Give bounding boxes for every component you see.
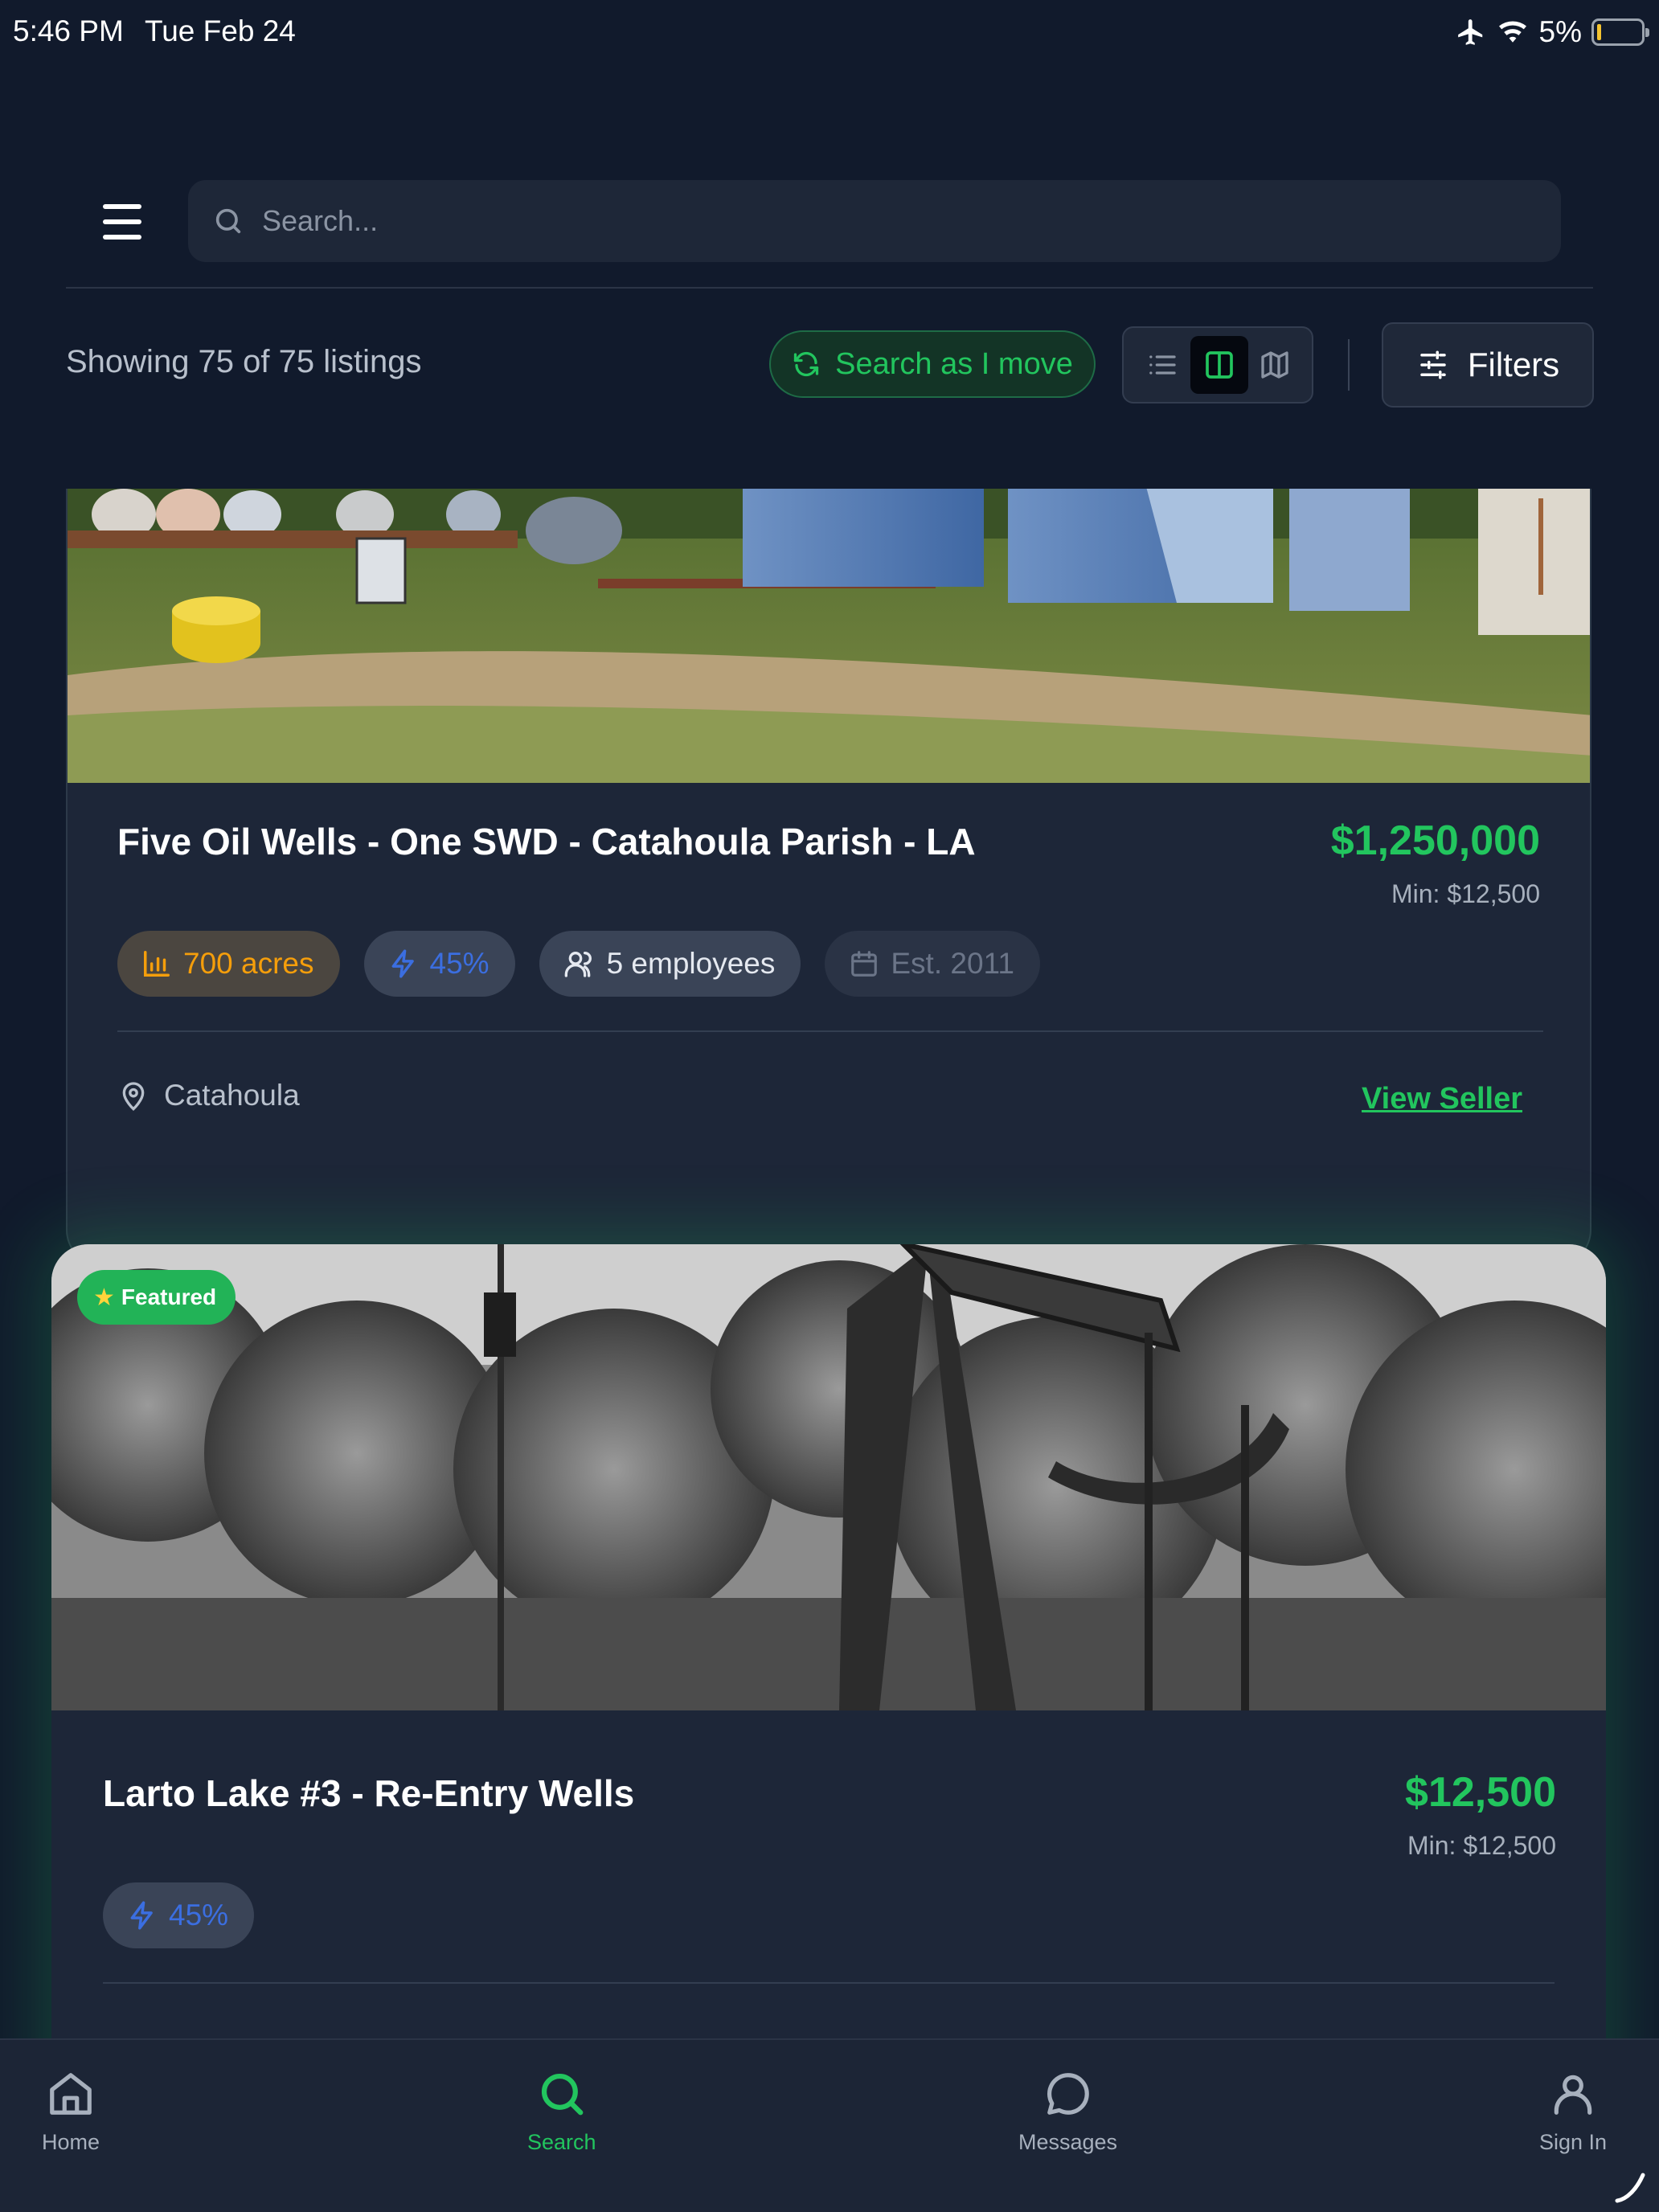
menu-line-icon bbox=[103, 204, 141, 209]
view-mode-toggle bbox=[1122, 326, 1313, 403]
split-view-button[interactable] bbox=[1190, 336, 1248, 394]
featured-badge: ★ Featured bbox=[77, 1270, 236, 1325]
home-indicator-icon bbox=[1615, 2173, 1645, 2203]
search-icon bbox=[541, 2073, 584, 2116]
card-divider bbox=[117, 1030, 1543, 1032]
menu-line-icon bbox=[103, 219, 141, 224]
split-view-icon bbox=[1206, 351, 1233, 379]
list-icon bbox=[1149, 355, 1176, 375]
established-label: Est. 2011 bbox=[891, 947, 1014, 980]
nav-home[interactable]: Home bbox=[42, 2069, 100, 2155]
status-right: 5% bbox=[1456, 13, 1649, 51]
listing-card[interactable]: Five Oil Wells - One SWD - Catahoula Par… bbox=[66, 489, 1591, 1267]
filters-button[interactable]: Filters bbox=[1382, 322, 1594, 408]
listing-photo bbox=[68, 489, 1590, 783]
listing-title[interactable]: Five Oil Wells - One SWD - Catahoula Par… bbox=[117, 820, 976, 863]
results-count: Showing 75 of 75 listings bbox=[66, 344, 422, 379]
airplane-mode-icon bbox=[1457, 19, 1482, 45]
listing-photo bbox=[51, 1244, 1606, 1710]
lightning-icon bbox=[391, 949, 414, 978]
calendar-icon bbox=[851, 951, 878, 977]
employees-tag: 5 employees bbox=[539, 931, 801, 997]
listing-title[interactable]: Larto Lake #3 - Re-Entry Wells bbox=[103, 1772, 634, 1815]
menu-line-icon bbox=[103, 235, 141, 240]
battery-icon bbox=[1591, 18, 1649, 46]
search-as-i-move-toggle[interactable]: Search as I move bbox=[769, 330, 1096, 398]
featured-label: Featured bbox=[121, 1284, 217, 1309]
listing-min-price: Min: $12,500 bbox=[1391, 879, 1540, 908]
bar-chart-icon bbox=[144, 951, 170, 977]
star-icon: ★ bbox=[93, 1284, 115, 1311]
user-icon bbox=[1554, 2075, 1592, 2115]
oil-tank-farm-image bbox=[68, 489, 1590, 783]
nav-sign-in-label: Sign In bbox=[1539, 2130, 1608, 2154]
users-icon bbox=[564, 952, 592, 977]
nav-home-label: Home bbox=[42, 2130, 100, 2154]
status-bar: 5:46 PM Tue Feb 24 5% bbox=[0, 0, 1659, 64]
listing-tags: 45% bbox=[103, 1882, 255, 1948]
refresh-icon bbox=[794, 351, 819, 377]
battery-percent: 5% bbox=[1538, 15, 1582, 48]
search-as-i-move-label: Search as I move bbox=[835, 346, 1073, 381]
nav-search[interactable]: Search bbox=[527, 2069, 596, 2155]
home-icon bbox=[50, 2073, 92, 2115]
listings-scroll-area[interactable]: Five Oil Wells - One SWD - Catahoula Par… bbox=[0, 489, 1659, 2038]
nav-search-label: Search bbox=[527, 2130, 596, 2154]
map-icon bbox=[1261, 351, 1288, 379]
established-tag: Est. 2011 bbox=[825, 931, 1040, 997]
header-divider bbox=[66, 287, 1593, 289]
map-pin-icon bbox=[122, 1082, 145, 1111]
listing-tags: 700 acres 45% 5 employees Est. 2011 bbox=[117, 931, 1040, 997]
sliders-icon bbox=[1420, 350, 1446, 379]
percent-label: 45% bbox=[429, 947, 490, 980]
listing-price: $1,250,000 bbox=[1330, 817, 1540, 864]
nav-sign-in[interactable]: Sign In bbox=[1539, 2069, 1607, 2155]
percent-label: 45% bbox=[169, 1899, 229, 1931]
listing-min-price: Min: $12,500 bbox=[1407, 1831, 1556, 1860]
pumpjack-image bbox=[51, 1244, 1606, 1710]
lightning-icon bbox=[130, 1901, 153, 1930]
listing-location: Catahoula bbox=[117, 1079, 300, 1112]
employees-label: 5 employees bbox=[606, 947, 776, 980]
chat-bubble-icon bbox=[1047, 2073, 1089, 2115]
hamburger-menu-button[interactable] bbox=[93, 199, 151, 244]
search-bar[interactable] bbox=[188, 180, 1561, 262]
search-input[interactable] bbox=[262, 204, 1561, 238]
acres-label: 700 acres bbox=[183, 947, 314, 980]
status-time: 5:46 PM bbox=[13, 14, 124, 47]
toolbar-separator bbox=[1348, 339, 1350, 391]
nav-messages[interactable]: Messages bbox=[1018, 2069, 1117, 2155]
listing-card-featured[interactable]: ★ Featured Larto Lake #3 - Re-Entry Well… bbox=[51, 1244, 1606, 2038]
percent-tag: 45% bbox=[363, 931, 515, 997]
nav-messages-label: Messages bbox=[1018, 2130, 1118, 2154]
location-label: Catahoula bbox=[164, 1079, 300, 1112]
card-divider bbox=[103, 1982, 1555, 1984]
status-date: Tue Feb 24 bbox=[145, 14, 296, 47]
acres-tag: 700 acres bbox=[117, 931, 340, 997]
percent-tag: 45% bbox=[103, 1882, 255, 1948]
map-view-button[interactable] bbox=[1246, 336, 1304, 394]
bottom-nav: Home Search Messages Sign In bbox=[0, 2038, 1659, 2212]
view-seller-link[interactable]: View Seller bbox=[1362, 1082, 1522, 1116]
filters-label: Filters bbox=[1467, 346, 1560, 383]
listing-price: $12,500 bbox=[1405, 1769, 1556, 1816]
wifi-icon bbox=[1498, 21, 1526, 43]
list-view-button[interactable] bbox=[1133, 336, 1191, 394]
search-icon bbox=[215, 208, 241, 234]
